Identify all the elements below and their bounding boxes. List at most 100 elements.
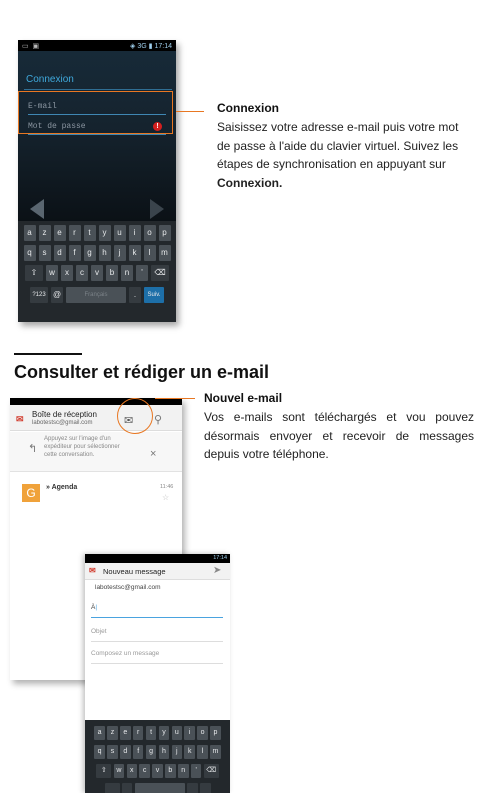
login-form: Connexion E-mail Mot de passe ! <box>18 51 176 221</box>
star-icon[interactable]: ☆ <box>162 493 169 502</box>
status-bar: 17:14 <box>85 554 230 563</box>
send-icon[interactable]: ➤ <box>213 565 221 576</box>
callout-connector <box>155 398 195 399</box>
at-key[interactable] <box>121 783 133 793</box>
period-key[interactable]: . <box>129 287 141 303</box>
next-arrow-icon[interactable] <box>150 199 164 219</box>
key[interactable]: n <box>178 764 189 778</box>
to-field[interactable]: À| <box>91 604 223 618</box>
key[interactable]: j <box>113 245 126 261</box>
battery-icon: ▮ <box>148 42 153 50</box>
key[interactable]: e <box>53 225 66 241</box>
delete-key-icon[interactable]: ⌫ <box>203 764 219 778</box>
key[interactable]: o <box>143 225 156 241</box>
callout-bold-text: Connexion. <box>217 175 283 190</box>
key[interactable]: u <box>171 726 183 740</box>
key[interactable]: s <box>107 745 118 759</box>
key[interactable]: g <box>83 245 96 261</box>
key[interactable]: h <box>98 245 111 261</box>
key[interactable]: n <box>121 265 133 281</box>
numbers-key[interactable]: ?123 <box>30 287 48 303</box>
callout-title: Nouvel e-mail <box>204 391 283 405</box>
key[interactable]: d <box>120 745 131 759</box>
at-key[interactable]: @ <box>51 287 63 303</box>
subject-field[interactable]: Objet <box>91 628 223 642</box>
key[interactable]: ' <box>190 764 202 778</box>
key[interactable]: g <box>145 745 157 759</box>
key[interactable]: u <box>113 225 126 241</box>
key[interactable]: q <box>94 745 105 759</box>
key[interactable]: b <box>165 764 176 778</box>
key[interactable]: m <box>210 745 221 759</box>
space-key[interactable]: Français <box>66 287 126 303</box>
key[interactable]: c <box>139 764 150 778</box>
numbers-key[interactable] <box>104 783 120 793</box>
message-body-field[interactable]: Composez un message <box>91 650 223 664</box>
key[interactable]: b <box>106 265 118 281</box>
inbox-tip: ↰ Appuyez sur l'image d'un expéditeur po… <box>10 432 182 472</box>
key[interactable]: r <box>68 225 81 241</box>
key[interactable]: i <box>128 225 141 241</box>
key[interactable]: l <box>143 245 156 261</box>
close-icon[interactable]: × <box>150 448 156 460</box>
compose-highlight-circle <box>117 398 153 434</box>
key[interactable]: d <box>53 245 66 261</box>
key[interactable]: x <box>61 265 73 281</box>
compose-action-bar: ✉ Nouveau message ➤ <box>85 563 230 580</box>
key[interactable]: p <box>158 225 171 241</box>
next-key[interactable] <box>200 783 211 793</box>
key[interactable]: w <box>113 764 125 778</box>
virtual-keyboard: a z e r t y u i o p q s d f g h j k l m … <box>18 221 176 322</box>
previous-arrow-icon[interactable] <box>30 199 44 219</box>
search-icon[interactable]: ⚲ <box>154 413 162 426</box>
key[interactable]: ' <box>136 265 148 281</box>
compose-title: Nouveau message <box>103 567 166 576</box>
shift-key-icon[interactable]: ⇧ <box>25 265 43 281</box>
inbox-title[interactable]: Boîte de réception <box>32 410 97 419</box>
key[interactable]: v <box>152 764 163 778</box>
compose-screenshot: 17:14 ✉ Nouveau message ➤ labotestsc@gma… <box>85 554 230 793</box>
key[interactable]: o <box>197 726 208 740</box>
key[interactable]: a <box>94 726 105 740</box>
key[interactable]: h <box>158 745 170 759</box>
sender-avatar[interactable]: G <box>22 484 40 502</box>
delete-key-icon[interactable]: ⌫ <box>151 265 169 281</box>
key[interactable]: r <box>132 726 144 740</box>
key[interactable]: a <box>23 225 36 241</box>
key[interactable]: p <box>210 726 221 740</box>
key[interactable]: y <box>98 225 111 241</box>
key[interactable]: w <box>46 265 58 281</box>
inbox-action-bar: ✉ Boîte de réception labotestsc@gmail.co… <box>10 405 182 431</box>
period-key[interactable] <box>187 783 198 793</box>
key[interactable]: i <box>184 726 195 740</box>
key[interactable]: z <box>107 726 118 740</box>
key[interactable]: q <box>23 245 36 261</box>
shift-key-icon[interactable]: ⇧ <box>96 764 112 778</box>
key[interactable]: y <box>158 726 170 740</box>
key[interactable]: k <box>128 245 141 261</box>
key[interactable]: j <box>171 745 183 759</box>
key[interactable]: l <box>197 745 208 759</box>
key[interactable]: t <box>145 726 157 740</box>
section-rule <box>14 353 82 355</box>
key[interactable]: x <box>126 764 137 778</box>
key[interactable]: f <box>132 745 144 759</box>
callout-connector <box>176 111 204 112</box>
key[interactable]: s <box>38 245 51 261</box>
space-key[interactable] <box>134 783 185 793</box>
gmail-logo-icon[interactable]: ✉ <box>89 566 96 575</box>
key[interactable]: e <box>120 726 131 740</box>
key[interactable]: f <box>68 245 81 261</box>
key[interactable]: m <box>158 245 171 261</box>
status-time: 17:14 <box>154 42 172 50</box>
next-key[interactable]: Suiv. <box>144 287 164 303</box>
key[interactable]: t <box>83 225 96 241</box>
network-label: 3G <box>137 42 147 50</box>
keyboard-row-4: ?123 @ Français . Suiv. <box>18 287 176 303</box>
conversation-label[interactable]: » Agenda <box>46 484 77 491</box>
key[interactable]: z <box>38 225 51 241</box>
key[interactable]: c <box>76 265 88 281</box>
key[interactable]: v <box>91 265 103 281</box>
wifi-icon: ◈ <box>130 42 136 50</box>
key[interactable]: k <box>184 745 195 759</box>
